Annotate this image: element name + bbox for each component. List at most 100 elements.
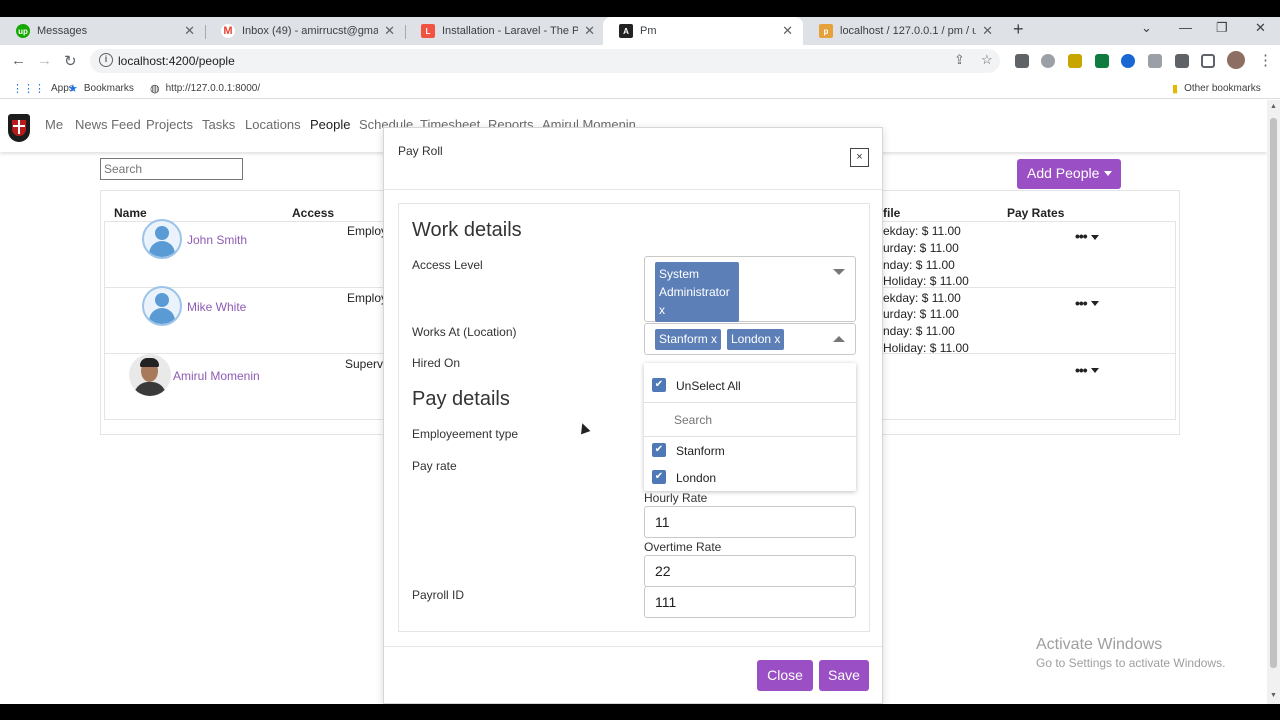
window-close-icon[interactable]: ✕ — [1255, 20, 1266, 36]
close-tab-icon[interactable]: ✕ — [982, 23, 993, 39]
avatar-photo — [129, 354, 171, 396]
extension-icon[interactable] — [1148, 54, 1162, 68]
dropdown-arrow-icon[interactable] — [833, 269, 845, 275]
tab-messages[interactable]: up Messages ✕ — [0, 17, 205, 45]
dropdown-option-stanform[interactable]: Stanform — [676, 444, 725, 458]
rate-line: Holiday: $ 11.00 — [883, 341, 969, 355]
bookmark-star-icon[interactable]: ☆ — [981, 52, 993, 68]
nav-me[interactable]: Me — [45, 117, 63, 132]
work-details-heading: Work details — [412, 219, 522, 241]
reload-icon[interactable]: ↻ — [64, 52, 77, 70]
caret-down-icon — [1104, 171, 1112, 176]
menu-dots-icon[interactable]: ⋮ — [1258, 51, 1273, 69]
close-tab-icon[interactable]: ✕ — [184, 23, 195, 39]
column-pay-rates[interactable]: Pay Rates — [1007, 206, 1064, 220]
nav-people[interactable]: People — [310, 117, 350, 132]
employment-type-label: Employeement type — [412, 427, 519, 441]
forward-icon[interactable]: → — [37, 52, 52, 69]
hourly-rate-input[interactable]: 11 — [644, 506, 856, 538]
row-actions-caret-icon[interactable] — [1091, 368, 1099, 373]
nav-tasks[interactable]: Tasks — [202, 117, 235, 132]
app-logo[interactable] — [8, 114, 30, 142]
rate-line: urday: $ 11.00 — [883, 241, 959, 255]
vertical-scrollbar[interactable]: ▲ ▼ — [1267, 100, 1280, 704]
checkbox-checked-icon[interactable]: ✔ — [652, 443, 666, 457]
works-at-label: Works At (Location) — [412, 325, 517, 339]
access-cell: Employ — [347, 224, 388, 238]
nav-projects[interactable]: Projects — [146, 117, 193, 132]
people-search-input[interactable]: Search — [100, 158, 243, 180]
dropdown-search-input[interactable]: Search — [674, 413, 712, 427]
modal-close-icon[interactable]: × — [850, 148, 869, 167]
row-actions-dots-icon[interactable]: ••• — [1075, 295, 1088, 311]
divider — [644, 436, 856, 437]
works-at-select[interactable]: Stanform x London x — [644, 323, 856, 355]
close-tab-icon[interactable]: ✕ — [782, 23, 793, 39]
extension-icon[interactable] — [1068, 54, 1082, 68]
url-text[interactable]: localhost:4200/people — [118, 54, 235, 68]
close-tab-icon[interactable]: ✕ — [384, 23, 395, 39]
overtime-rate-input[interactable]: 22 — [644, 555, 856, 587]
dropdown-arrow-up-icon[interactable] — [833, 336, 845, 342]
folder-icon: ▮ — [1172, 83, 1179, 95]
new-tab-icon[interactable]: + — [1013, 19, 1024, 40]
avatar — [142, 219, 182, 259]
save-button[interactable]: Save — [819, 660, 869, 691]
location-chip-london[interactable]: London x — [727, 329, 785, 350]
bookmark-apps[interactable]: ⋮⋮⋮ Apps — [12, 82, 74, 95]
person-name-link[interactable]: Mike White — [187, 300, 246, 314]
access-level-chip[interactable]: System Administrator x — [655, 262, 739, 322]
person-name-link[interactable]: Amirul Momenin — [173, 369, 260, 383]
gmail-icon: M — [221, 24, 235, 38]
back-icon[interactable]: ← — [11, 52, 26, 69]
profile-avatar[interactable] — [1227, 51, 1245, 69]
bookmark-other[interactable]: ▮ Other bookmarks — [1172, 82, 1261, 95]
pay-details-heading: Pay details — [412, 388, 510, 410]
access-level-select[interactable]: System Administrator x — [644, 256, 856, 322]
nav-news-feed[interactable]: News Feed — [75, 117, 141, 132]
side-panel-icon[interactable] — [1201, 54, 1215, 68]
scroll-up-icon[interactable]: ▲ — [1270, 103, 1277, 110]
bookmarks-bar: ⋮⋮⋮ Apps ★ Bookmarks ◍ http://127.0.0.1:800… — [0, 77, 1280, 99]
row-actions-dots-icon[interactable]: ••• — [1075, 362, 1088, 378]
modal-title: Pay Roll — [398, 144, 443, 158]
person-name-link[interactable]: John Smith — [187, 233, 247, 247]
checkbox-checked-icon[interactable]: ✔ — [652, 378, 666, 392]
column-name[interactable]: Name — [114, 206, 147, 220]
row-actions-dots-icon[interactable]: ••• — [1075, 228, 1088, 244]
bookmark-bookmarks[interactable]: ★ Bookmarks — [68, 82, 134, 95]
tab-gmail[interactable]: M Inbox (49) - amirrucst@gmail.com ✕ — [205, 17, 405, 45]
scrollbar-thumb[interactable] — [1270, 118, 1277, 668]
column-access[interactable]: Access — [292, 206, 334, 220]
extensions-puzzle-icon[interactable] — [1175, 54, 1189, 68]
share-icon[interactable]: ⇪ — [954, 52, 965, 68]
nav-locations[interactable]: Locations — [245, 117, 301, 132]
extension-icon[interactable] — [1041, 54, 1055, 68]
minimize-icon[interactable]: — — [1179, 20, 1192, 35]
remove-chip-icon[interactable]: x — [659, 301, 735, 319]
tab-pm[interactable]: A Pm ✕ — [603, 17, 803, 45]
extension-icon[interactable] — [1121, 54, 1135, 68]
row-actions-caret-icon[interactable] — [1091, 235, 1099, 240]
extension-icon[interactable] — [1015, 54, 1029, 68]
info-icon[interactable]: i — [99, 53, 113, 67]
close-button[interactable]: Close — [757, 660, 813, 691]
cors-extension-icon[interactable] — [1095, 54, 1109, 68]
payroll-id-input[interactable]: 111 — [644, 586, 856, 618]
row-actions-caret-icon[interactable] — [1091, 301, 1099, 306]
bookmark-local[interactable]: ◍ http://127.0.0.1:8000/ — [150, 82, 260, 95]
dropdown-option-london[interactable]: London — [676, 471, 716, 485]
scroll-down-icon[interactable]: ▼ — [1270, 692, 1277, 699]
close-tab-icon[interactable]: ✕ — [584, 23, 595, 39]
restore-icon[interactable]: ❐ — [1216, 20, 1228, 36]
tab-phpmyadmin[interactable]: p localhost / 127.0.0.1 / pm / users ✕ — [803, 17, 1003, 45]
checkbox-checked-icon[interactable]: ✔ — [652, 470, 666, 484]
tab-search-icon[interactable]: ⌄ — [1141, 20, 1152, 36]
column-profile[interactable]: file — [883, 206, 900, 220]
unselect-all-option[interactable]: UnSelect All — [676, 379, 741, 393]
location-chip-stanform[interactable]: Stanform x — [655, 329, 722, 350]
avatar — [142, 286, 182, 326]
address-bar[interactable]: i localhost:4200/people ⇪ ☆ — [90, 49, 1000, 73]
add-people-button[interactable]: Add People — [1017, 159, 1121, 189]
tab-laravel[interactable]: L Installation - Laravel - The PHP Frame… — [405, 17, 605, 45]
